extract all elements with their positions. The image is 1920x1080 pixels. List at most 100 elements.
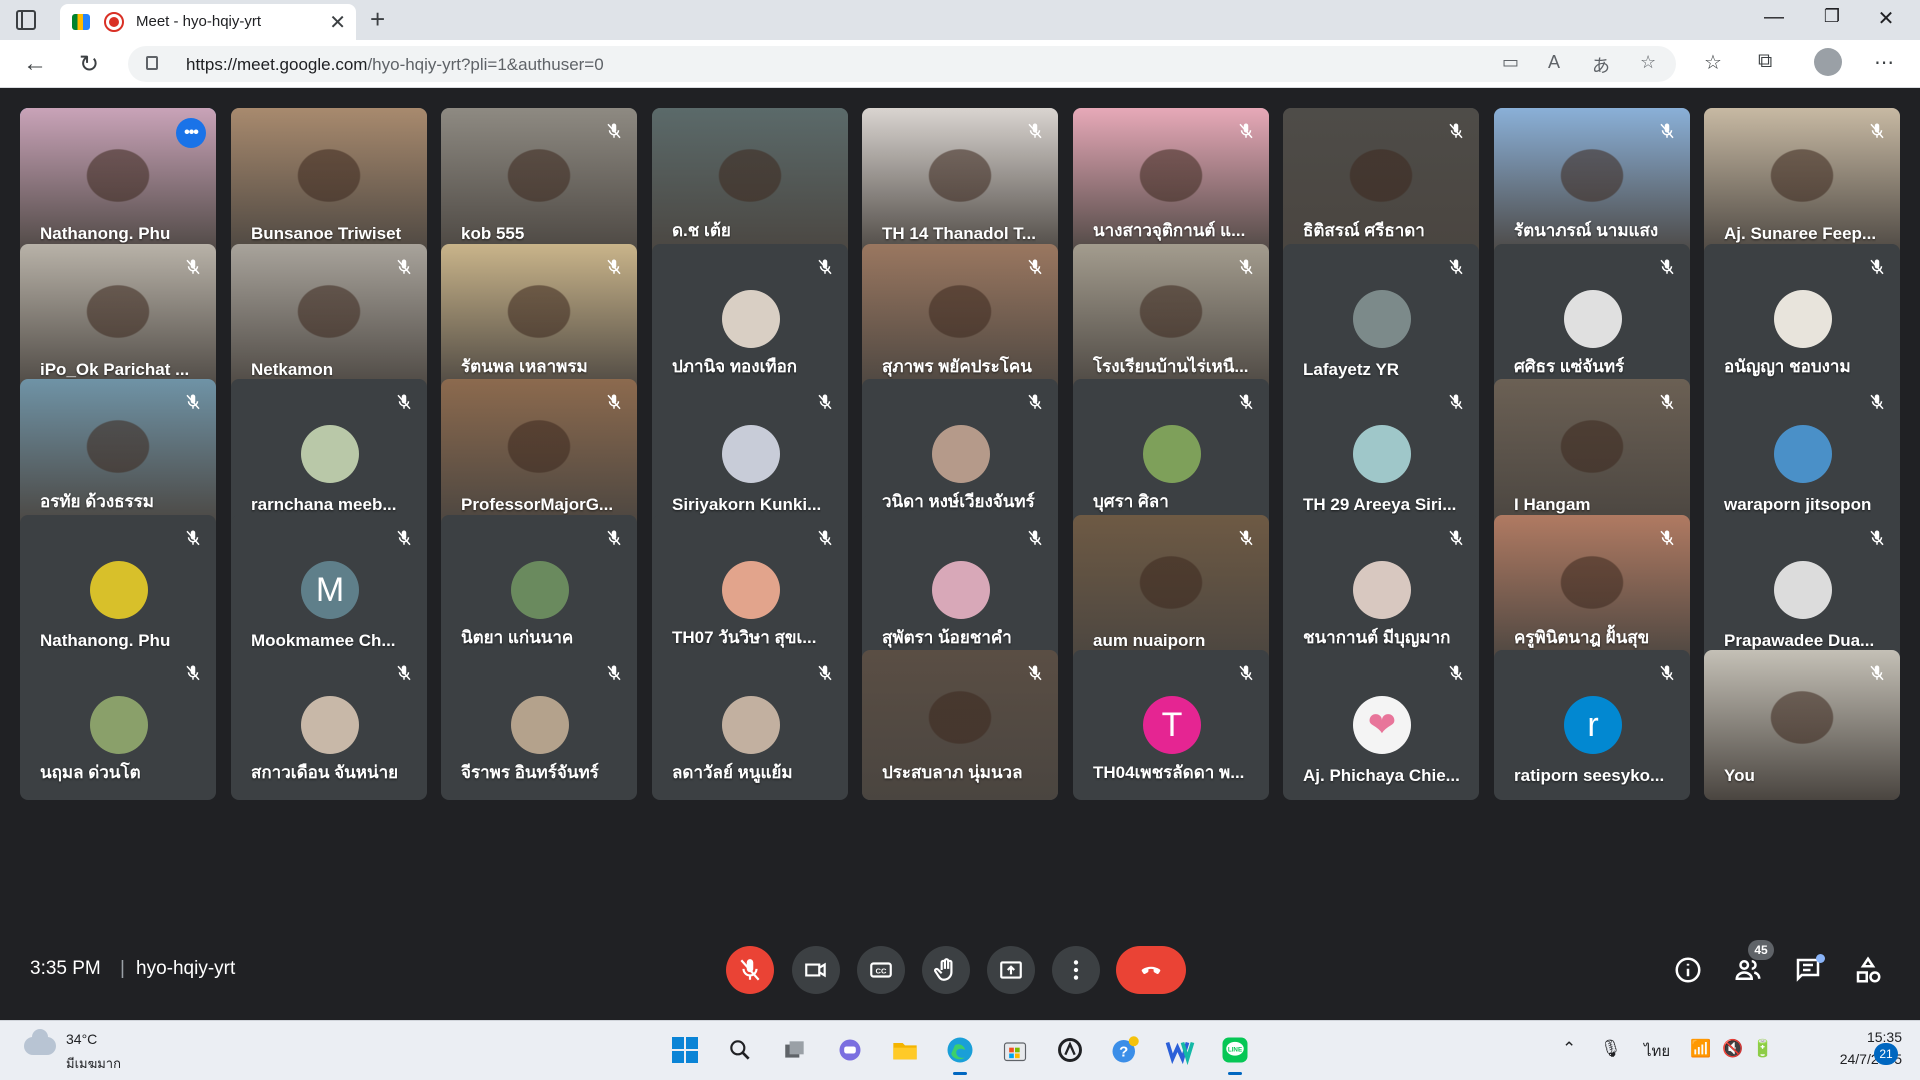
tile-more-options-icon[interactable]: ••• (176, 118, 206, 148)
maximize-icon[interactable]: ❐ (1812, 6, 1852, 27)
collections-icon[interactable]: ⧉ (1758, 50, 1772, 73)
weather-temperature[interactable]: 34°C (66, 1031, 97, 1047)
camera-toggle-button[interactable] (792, 946, 840, 994)
tab-actions-icon[interactable] (16, 10, 36, 30)
widgets-icon[interactable] (1161, 1031, 1199, 1069)
file-explorer-icon[interactable] (886, 1031, 924, 1069)
app-circle-icon[interactable] (1051, 1031, 1089, 1069)
muted-mic-icon (812, 254, 838, 280)
participant-tile[interactable]: ชนากานต์ มีบุญมาก (1283, 515, 1479, 665)
participant-tile[interactable]: Nathanong. Phu (20, 515, 216, 665)
participant-tile[interactable]: สกาวเดือน จันหน่าย (231, 650, 427, 800)
participant-tile[interactable]: M Mookmamee Ch... (231, 515, 427, 665)
participant-tile[interactable]: ประสบลาภ นุ่มนวล (862, 650, 1058, 800)
participant-tile[interactable]: จีราพร อินทร์จันทร์ (441, 650, 637, 800)
participant-tile[interactable]: Netkamon (231, 244, 427, 394)
tray-time[interactable]: 15:35 (1842, 1029, 1902, 1045)
participant-tile[interactable]: อรทัย ด้วงธรรม (20, 379, 216, 529)
participant-name: รัตนาภรณ์ นามแสง (1514, 221, 1659, 240)
microphone-tray-icon[interactable]: 🎙 (1600, 1039, 1622, 1059)
more-menu-icon[interactable]: ⋯ (1874, 50, 1894, 75)
line-app-icon[interactable]: LINE (1216, 1031, 1254, 1075)
participant-tile[interactable]: Bunsanoe Triwiset (231, 108, 427, 258)
wifi-icon[interactable]: 📶 (1690, 1039, 1711, 1059)
participant-tile[interactable]: Prapawadee Dua... (1704, 515, 1900, 665)
activities-button[interactable] (1850, 952, 1886, 988)
reload-icon[interactable]: ↻ (74, 50, 104, 79)
notification-count-badge[interactable]: 21 (1874, 1043, 1898, 1065)
favorites-icon[interactable]: ☆ (1704, 50, 1722, 75)
participant-tile[interactable]: iPo_Ok Parichat ... (20, 244, 216, 394)
read-aloud-icon[interactable]: A (1548, 52, 1560, 73)
present-screen-button[interactable] (987, 946, 1035, 994)
participant-tile[interactable]: นางสาวจุติกานต์ แ... (1073, 108, 1269, 258)
participant-tile[interactable]: โรงเรียนบ้านไร่เหนื... (1073, 244, 1269, 394)
edge-browser-icon[interactable] (941, 1031, 979, 1075)
translate-icon[interactable]: あ (1592, 52, 1610, 78)
close-tab-icon[interactable]: ✕ (329, 10, 346, 35)
back-icon[interactable]: ← (20, 50, 50, 78)
participant-tile[interactable]: รัตนพล เหลาพรม (441, 244, 637, 394)
teams-chat-icon[interactable] (831, 1031, 869, 1069)
participant-tile[interactable]: T TH04เพชรลัดดา พ... (1073, 650, 1269, 800)
cloud-icon[interactable] (24, 1029, 56, 1055)
activities-icon (1856, 956, 1881, 983)
participant-avatar (90, 561, 148, 619)
url-field[interactable]: https://meet.google.com/hyo-hqiy-yrt?pli… (128, 46, 1676, 82)
participant-tile[interactable]: นฤมล ด่วนโต (20, 650, 216, 800)
participant-tile[interactable]: บุศรา ศิลา (1073, 379, 1269, 529)
participant-tile[interactable]: นิตยา แก่นนาค (441, 515, 637, 665)
participant-tile[interactable]: ❤ Aj. Phichaya Chie... (1283, 650, 1479, 800)
help-icon[interactable]: ? (1106, 1031, 1144, 1069)
participant-tile[interactable]: Siriyakorn Kunki... (652, 379, 848, 529)
camera-in-use-icon[interactable]: ▭ (1502, 52, 1519, 73)
more-options-button[interactable] (1052, 946, 1100, 994)
microsoft-store-icon[interactable] (996, 1031, 1034, 1069)
raise-hand-button[interactable] (922, 946, 970, 994)
participant-tile[interactable]: สุพัตรา น้อยชาคำ (862, 515, 1058, 665)
participant-tile[interactable]: วนิดา หงษ์เวียงจันทร์ (862, 379, 1058, 529)
participant-tile[interactable]: ด.ช เต้ย (652, 108, 848, 258)
participant-tile[interactable]: Lafayetz YR (1283, 244, 1479, 394)
participant-tile[interactable]: ProfessorMajorG... (441, 379, 637, 529)
participant-tile[interactable]: I Hangam (1494, 379, 1690, 529)
mic-toggle-button[interactable] (726, 946, 774, 994)
participant-tile[interactable]: rarnchana meeb... (231, 379, 427, 529)
search-icon[interactable] (721, 1031, 759, 1069)
participant-tile[interactable]: TH 14 Thanadol T... (862, 108, 1058, 258)
participant-tile[interactable]: รัตนาภรณ์ นามแสง (1494, 108, 1690, 258)
participant-tile[interactable]: kob 555 (441, 108, 637, 258)
meeting-details-button[interactable] (1670, 952, 1706, 988)
participant-tile[interactable]: TH07 วันวิษา สุขเ... (652, 515, 848, 665)
start-menu-icon[interactable] (666, 1031, 704, 1069)
favorite-star-icon[interactable]: ☆ (1640, 52, 1656, 73)
language-indicator[interactable]: ไทย (1644, 1039, 1670, 1063)
participant-tile[interactable]: ••• Nathanong. Phu (20, 108, 216, 258)
participant-tile[interactable]: r ratiporn seesyko... (1494, 650, 1690, 800)
weather-description[interactable]: มีเมฆมาก (66, 1053, 121, 1074)
participant-tile[interactable]: aum nuaiporn (1073, 515, 1269, 665)
participant-tile[interactable]: Aj. Sunaree Feep... (1704, 108, 1900, 258)
leave-call-button[interactable] (1116, 946, 1186, 994)
participant-tile[interactable]: อนัญญา ชอบงาม (1704, 244, 1900, 394)
battery-icon[interactable]: 🔋 (1752, 1039, 1773, 1059)
new-tab-icon[interactable]: + (370, 4, 385, 35)
participant-tile[interactable]: waraporn jitsopon (1704, 379, 1900, 529)
participant-tile[interactable]: สุภาพร พยัคประโคน (862, 244, 1058, 394)
task-view-icon[interactable] (776, 1031, 814, 1069)
browser-tab[interactable]: Meet - hyo-hqiy-yrt ✕ (60, 4, 356, 40)
participant-tile[interactable]: ครูพินิตนาฎ ฝั้นสุข (1494, 515, 1690, 665)
participant-tile[interactable]: ลดาวัลย์ หนูแย้ม (652, 650, 848, 800)
captions-button[interactable]: CC (857, 946, 905, 994)
minimize-icon[interactable]: — (1754, 6, 1794, 29)
volume-muted-icon[interactable]: 🔇 (1722, 1039, 1743, 1059)
participant-tile[interactable]: You (1704, 650, 1900, 800)
close-window-icon[interactable]: ✕ (1866, 6, 1906, 31)
participant-tile[interactable]: ธิติสรณ์ ศรีธาดา (1283, 108, 1479, 258)
participant-tile[interactable]: ปภานิจ ทองเทือก (652, 244, 848, 394)
profile-avatar[interactable] (1814, 48, 1842, 76)
participant-tile[interactable]: ศศิธร แซ่จันทร์ (1494, 244, 1690, 394)
participant-tile[interactable]: TH 29 Areeya Siri... (1283, 379, 1479, 529)
participant-name: ratiporn seesyko... (1514, 766, 1665, 785)
show-hidden-icons-icon[interactable]: ⌃ (1562, 1039, 1576, 1059)
